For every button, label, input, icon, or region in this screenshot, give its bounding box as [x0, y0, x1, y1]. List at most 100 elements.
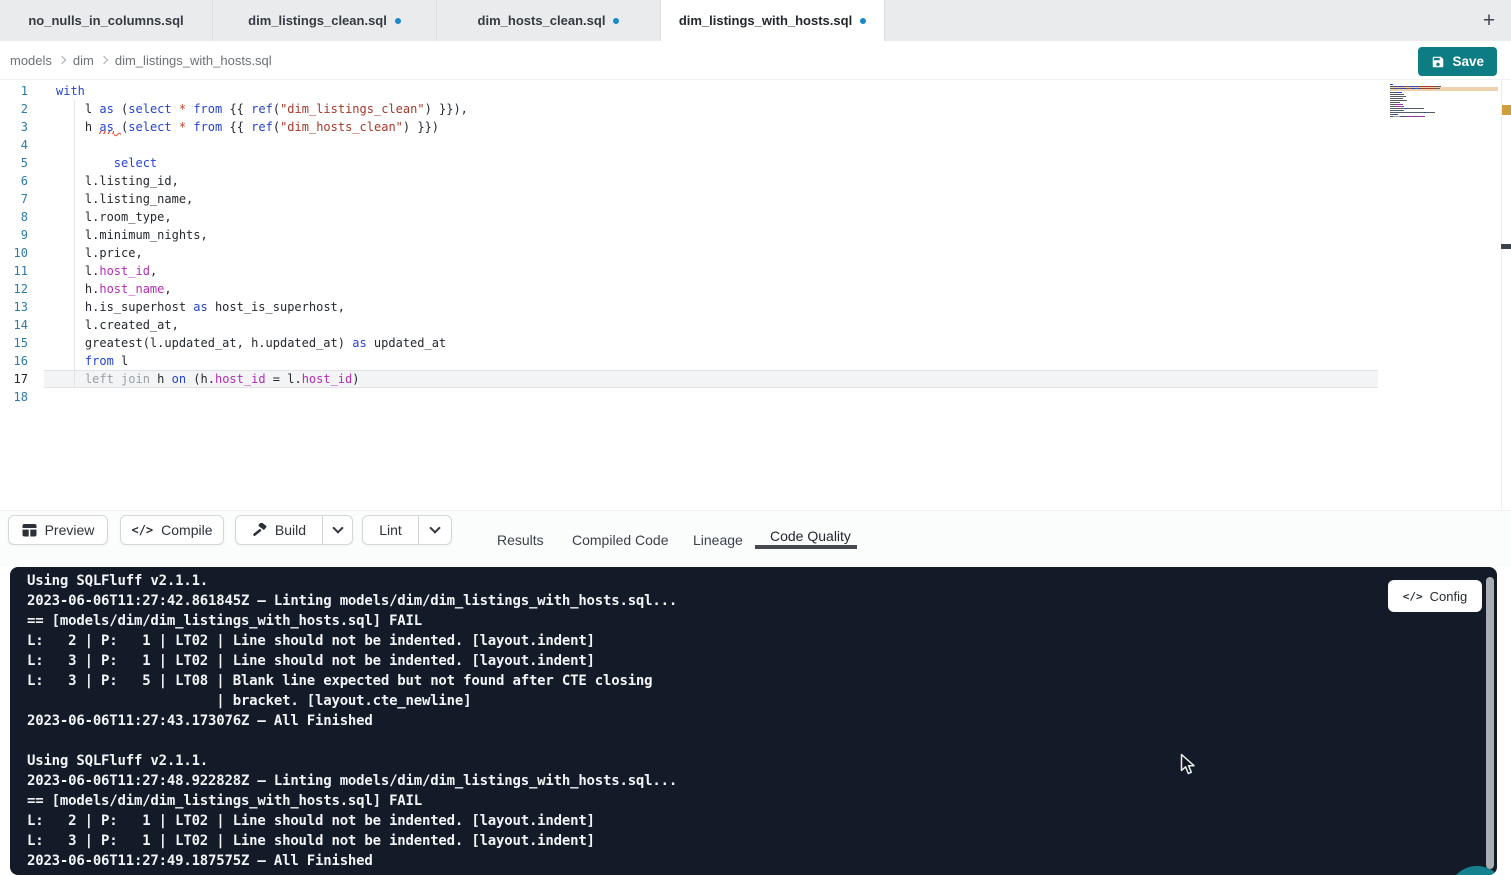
build-dropdown-button[interactable] [322, 516, 352, 544]
minimap-token [1426, 112, 1435, 113]
minimap-line [1390, 96, 1498, 97]
code-token: "dim_hosts_clean" [280, 120, 403, 134]
line-number: 3 [0, 118, 28, 136]
terminal-line: == [models/dim/dim_listings_with_hosts.s… [27, 611, 1497, 631]
code-line[interactable]: l as (select * from {{ ref("dim_listings… [56, 100, 468, 118]
code-token: with [56, 84, 85, 98]
minimap-token [1393, 116, 1400, 117]
code-line[interactable]: l.price, [56, 244, 143, 262]
code-token: host_is_superhost, [208, 300, 345, 314]
config-button[interactable]: </> Config [1388, 580, 1482, 612]
code-token: greatest(l.updated_at, h.updated_at) [56, 336, 352, 350]
code-line[interactable]: l.listing_name, [56, 190, 193, 208]
minimap-line [1390, 86, 1498, 87]
code-token [56, 156, 114, 170]
minimap-token [1397, 92, 1402, 93]
code-line[interactable]: l.room_type, [56, 208, 172, 226]
app-window: no_nulls_in_columns.sql dim_listings_clea… [0, 0, 1511, 875]
compile-button[interactable]: </> Compile [120, 515, 224, 545]
code-brackets-icon: </> [131, 523, 153, 537]
tab-code-quality[interactable]: Code Quality [770, 507, 851, 564]
minimap-token [1390, 98, 1403, 99]
code-line[interactable]: select [56, 154, 157, 172]
code-token: ( [273, 102, 280, 116]
compile-button-label: Compile [161, 522, 212, 538]
code-line[interactable]: l.listing_id, [56, 172, 179, 190]
code-token: l.listing_name, [56, 192, 193, 206]
tab-compiled-code[interactable]: Compiled Code [572, 511, 669, 568]
code-line[interactable]: l.minimum_nights, [56, 226, 208, 244]
build-button-label: Build [275, 522, 306, 538]
code-token: {{ [222, 120, 251, 134]
code-token: l.created_at, [56, 318, 179, 332]
new-tab-button[interactable]: + [1473, 0, 1505, 41]
minimap-token [1422, 88, 1436, 89]
terminal-line: 2023-06-06T11:27:42.861845Z — Linting mo… [27, 591, 1497, 611]
line-number: 16 [0, 352, 28, 370]
save-button[interactable]: Save [1418, 47, 1497, 76]
minimap-line [1390, 98, 1498, 99]
code-token: , [150, 264, 157, 278]
build-button-group: Build [235, 515, 353, 545]
minimap-line [1390, 102, 1498, 103]
terminal-line: | bracket. [layout.cte_newline] [27, 691, 1497, 711]
editor-action-bar: Preview </> Compile Build Lint [0, 510, 1511, 567]
minimap-token [1390, 102, 1400, 103]
editor-minimap[interactable] [1390, 84, 1498, 124]
line-number: 4 [0, 136, 28, 154]
minimap-line [1390, 108, 1498, 109]
breadcrumb-item-dim[interactable]: dim [73, 53, 94, 68]
floppy-disk-icon [1431, 55, 1445, 69]
tab-lineage[interactable]: Lineage [693, 511, 743, 568]
minimap-token [1395, 106, 1402, 107]
terminal-line: 2023-06-06T11:27:49.187575Z — All Finish… [27, 851, 1497, 871]
minimap-token [1390, 112, 1424, 113]
breadcrumb-item-file[interactable]: dim_listings_with_hosts.sql [115, 53, 272, 68]
minimap-token [1390, 108, 1406, 109]
code-token: l.room_type, [56, 210, 172, 224]
breadcrumb-item-models[interactable]: models [10, 53, 52, 68]
minimap-token [1420, 86, 1436, 87]
minimap-line [1390, 104, 1498, 105]
file-tab[interactable]: dim_listings_with_hosts.sql [661, 0, 885, 41]
code-line[interactable]: with [56, 82, 85, 100]
code-line[interactable]: from l [56, 352, 128, 370]
lint-button[interactable]: Lint [363, 516, 418, 544]
terminal-line: L: 2 | P: 1 | LT02 | Line should not be … [27, 811, 1497, 831]
mouse-cursor [1180, 753, 1197, 776]
code-token: select [128, 102, 171, 116]
file-tab[interactable]: no_nulls_in_columns.sql [0, 0, 213, 41]
code-token: h [150, 372, 172, 386]
minimap-line [1390, 118, 1498, 119]
code-line[interactable]: l.created_at, [56, 316, 179, 334]
file-tab[interactable]: dim_hosts_clean.sql [437, 0, 661, 41]
minimap-token [1390, 92, 1397, 93]
terminal-scrollbar-thumb[interactable] [1486, 577, 1494, 869]
minimap-rows [1390, 84, 1498, 119]
minimap-line [1390, 94, 1498, 95]
preview-button[interactable]: Preview [8, 515, 108, 545]
tab-results[interactable]: Results [497, 511, 544, 568]
code-line[interactable]: left join h on (h.host_id = l.host_id) [56, 370, 360, 388]
code-line[interactable]: greatest(l.updated_at, h.updated_at) as … [56, 334, 446, 352]
terminal-line: L: 3 | P: 1 | LT02 | Line should not be … [27, 831, 1497, 851]
code-token: * [179, 102, 186, 116]
code-line[interactable]: h.is_superhost as host_is_superhost, [56, 298, 345, 316]
lint-dropdown-button[interactable] [418, 516, 451, 544]
unsaved-changes-icon [860, 18, 866, 24]
line-number: 13 [0, 298, 28, 316]
code-line[interactable]: h.host_name, [56, 280, 172, 298]
code-token: ) [352, 372, 359, 386]
file-tab-label: dim_listings_with_hosts.sql [679, 13, 852, 28]
terminal-line: Using SQLFluff v2.1.1. [27, 571, 1497, 591]
code-token: host_id [99, 264, 150, 278]
code-editor[interactable]: 123456789101112131415161718 with l as (s… [0, 80, 1511, 510]
code-token: select [128, 120, 171, 134]
code-token: as [193, 300, 207, 314]
terminal-output-panel[interactable]: Using SQLFluff v2.1.1.2023-06-06T11:27:4… [10, 567, 1497, 875]
file-tab[interactable]: dim_listings_clean.sql [213, 0, 437, 41]
file-tab-label: dim_listings_clean.sql [248, 13, 387, 28]
build-button[interactable]: Build [236, 516, 322, 544]
code-token: left join [85, 372, 150, 386]
code-line[interactable]: l.host_id, [56, 262, 157, 280]
